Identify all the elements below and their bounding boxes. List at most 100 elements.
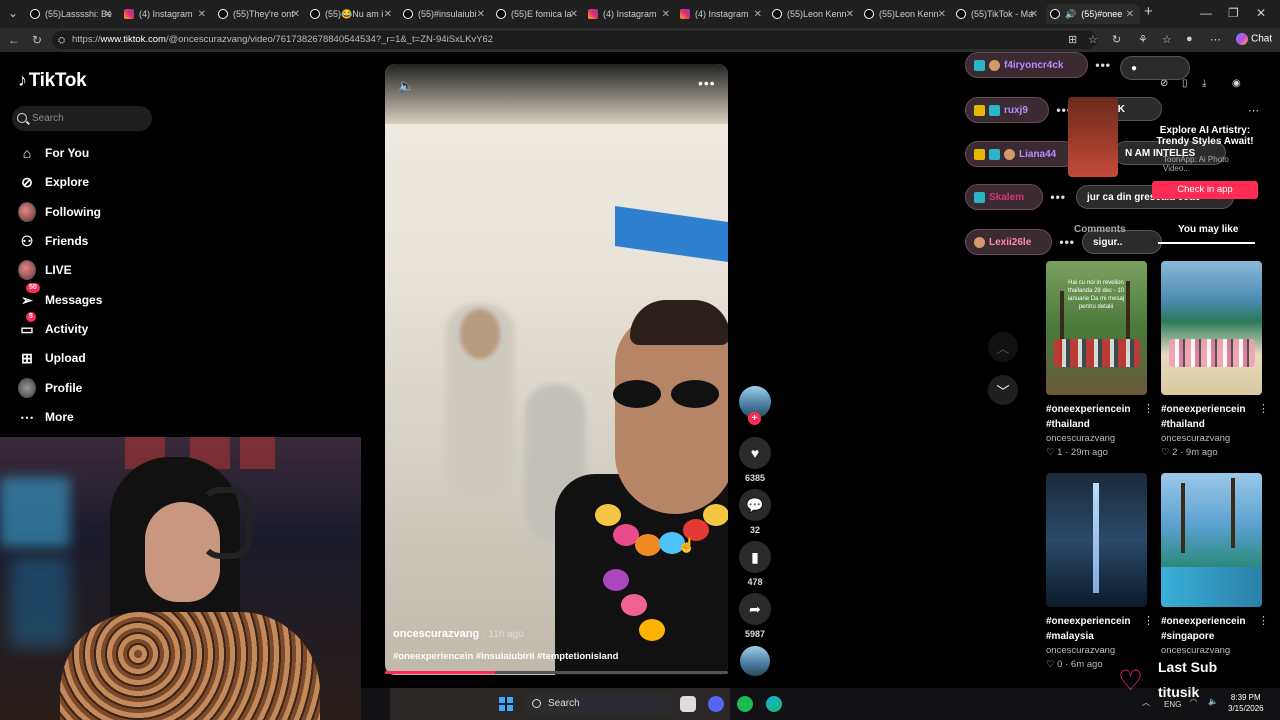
phone-icon[interactable]: ▯ xyxy=(1182,78,1188,89)
video-thumbnail[interactable] xyxy=(1046,473,1147,607)
back-icon[interactable]: ← xyxy=(8,33,20,47)
copilot-chat-button[interactable]: Chat xyxy=(1236,33,1272,45)
close-icon[interactable]: ✕ xyxy=(1126,9,1134,20)
close-icon[interactable]: ✕ xyxy=(198,9,206,20)
close-icon[interactable]: ✕ xyxy=(938,9,946,20)
video-more-icon[interactable]: ••• xyxy=(698,75,716,91)
browser-tab[interactable]: (55)They're ont ✕ xyxy=(218,4,306,24)
video-thumbnail[interactable] xyxy=(1161,473,1262,607)
new-tab-plus-icon[interactable]: + xyxy=(1144,3,1153,20)
sidebar-item-following[interactable]: Following xyxy=(18,202,101,222)
volume-icon[interactable]: 🔈 xyxy=(398,78,414,94)
windows-start-icon[interactable] xyxy=(499,697,513,711)
browser-tab[interactable]: (55)E fomica la ✕ xyxy=(496,4,584,24)
compass-icon[interactable]: ⊘ xyxy=(1160,78,1168,89)
sidebar-item-friends[interactable]: ⚇ Friends xyxy=(18,231,89,251)
browser-tab[interactable]: (55)#insulaiubi ✕ xyxy=(403,4,491,24)
browser-tab[interactable]: (55)TikTok - Ma ✕ xyxy=(956,4,1044,24)
close-icon[interactable]: ✕ xyxy=(477,9,485,20)
card-author[interactable]: oncescurazvang xyxy=(1161,645,1263,656)
sidebar-item-live[interactable]: LIVE xyxy=(18,260,72,280)
like-button[interactable]: ♥ 6385 xyxy=(739,437,771,483)
previous-video-button[interactable]: ︿ xyxy=(988,332,1018,362)
follow-plus-icon[interactable]: + xyxy=(748,412,761,425)
taskbar-clock[interactable]: 8:39 PM 3/15/2026 xyxy=(1228,692,1264,714)
browser-tab[interactable]: (4) Instagram ✕ xyxy=(124,4,212,24)
ad-card[interactable]: Explore AI Artistry: Trendy Styles Await… xyxy=(1068,97,1258,207)
avatar[interactable]: ◉ xyxy=(1232,78,1241,89)
profile-avatar[interactable]: ● xyxy=(1186,33,1193,45)
window-close-icon[interactable]: ✕ xyxy=(1256,6,1266,20)
browser-tab[interactable]: (55)Leon Kenn ✕ xyxy=(772,4,860,24)
close-icon[interactable]: ✕ xyxy=(570,9,578,20)
refresh-page-icon[interactable]: ↻ xyxy=(1112,33,1121,46)
extensions-icon[interactable]: ⚘ xyxy=(1138,33,1148,46)
url-field[interactable]: ⛭ https://www.tiktok.com/@oncescurazvang… xyxy=(52,31,1097,49)
search-input[interactable]: Search xyxy=(12,106,152,131)
download-icon[interactable]: ⤓ xyxy=(1202,78,1206,89)
tab-comments[interactable]: Comments xyxy=(1074,224,1126,235)
favorite-star-icon[interactable]: ☆ xyxy=(1088,33,1098,46)
browser-tab[interactable]: (4) Instagram ✕ xyxy=(588,4,676,24)
sidebar-item-profile[interactable]: Profile xyxy=(18,378,82,398)
card-author[interactable]: oncescurazvang xyxy=(1161,433,1263,444)
minimize-icon[interactable]: — xyxy=(1200,6,1212,20)
video-player[interactable] xyxy=(385,64,728,675)
browser-tab-active[interactable]: 🔊 (55)#onee ✕ xyxy=(1046,4,1140,24)
music-avatar[interactable] xyxy=(740,646,770,676)
card-more-icon[interactable]: ⋮ xyxy=(1143,614,1154,627)
card-author[interactable]: oncescurazvang xyxy=(1046,645,1148,656)
browser-tab[interactable]: (55)Leon Kenn ✕ xyxy=(864,4,952,24)
ad-more-icon[interactable]: ⋯ xyxy=(1248,104,1259,117)
recommended-video-card[interactable]: Hai cu noi in revelion thailanda 28 dec … xyxy=(1046,261,1154,458)
browser-tab[interactable]: (55)😂Nu am i ✕ xyxy=(310,4,398,24)
edge-icon[interactable] xyxy=(766,696,782,712)
close-icon[interactable]: ✕ xyxy=(846,9,854,20)
share-button[interactable]: ➦ 5987 xyxy=(739,593,771,639)
close-icon[interactable]: ✕ xyxy=(662,9,670,20)
sidebar-item-explore[interactable]: ⊘ Explore xyxy=(18,172,89,192)
restore-icon[interactable]: ❐ xyxy=(1228,6,1239,20)
close-icon[interactable]: ✕ xyxy=(104,9,112,20)
app-icon[interactable]: ⊞ xyxy=(1068,33,1077,46)
browser-tab[interactable]: (55)Lasssshi: Be ✕ xyxy=(30,4,118,24)
discord-icon[interactable] xyxy=(708,696,724,712)
spotify-icon[interactable] xyxy=(737,696,753,712)
video-author[interactable]: oncescurazvang · 11h ago xyxy=(393,628,524,640)
taskbar-search[interactable]: Search xyxy=(524,693,674,715)
close-icon[interactable]: ✕ xyxy=(754,9,762,20)
check-in-app-button[interactable]: Check in app xyxy=(1152,181,1258,199)
video-thumbnail[interactable]: Hai cu noi in revelion thailanda 28 dec … xyxy=(1046,261,1147,395)
refresh-icon[interactable]: ↻ xyxy=(32,33,42,47)
next-video-button[interactable]: ﹀ xyxy=(988,375,1018,405)
card-more-icon[interactable]: ⋮ xyxy=(1143,402,1154,415)
site-info-icon[interactable]: ⛭ xyxy=(58,31,65,49)
video-thumbnail[interactable] xyxy=(1161,261,1262,395)
tab-list-chevron-icon[interactable]: ⌄ xyxy=(8,6,18,20)
tiktok-logo[interactable]: ♪ TikTok xyxy=(18,70,87,92)
sidebar-item-more[interactable]: ⋯ More xyxy=(18,407,74,427)
close-icon[interactable]: ✕ xyxy=(292,9,300,20)
sidebar-item-upload[interactable]: ⊞ Upload xyxy=(18,348,86,368)
video-hashtags[interactable]: #oneexperiencein #insulaiubirii #temptet… xyxy=(393,651,618,662)
speaker-icon[interactable]: 🔊 xyxy=(1065,9,1076,20)
recommended-video-card[interactable]: #oneexperiencein #malaysia oncescurazvang… xyxy=(1046,473,1154,670)
tray-chevron-icon[interactable]: ︿ xyxy=(1142,697,1150,708)
sidebar-item-for-you[interactable]: ⌂ For You xyxy=(18,143,89,163)
tab-you-may-like[interactable]: You may like xyxy=(1178,224,1238,235)
card-more-icon[interactable]: ⋮ xyxy=(1258,402,1269,415)
recommended-video-card[interactable]: #oneexperiencein #thailand oncescurazvang… xyxy=(1161,261,1269,458)
browser-tab[interactable]: (4) Instagram ✕ xyxy=(680,4,768,24)
sidebar-item-activity[interactable]: ▭ 5 Activity xyxy=(18,312,88,339)
favorites-icon[interactable]: ☆ xyxy=(1162,33,1172,46)
close-icon[interactable]: ✕ xyxy=(1030,9,1038,20)
card-author[interactable]: oncescurazvang xyxy=(1046,433,1148,444)
card-more-icon[interactable]: ⋮ xyxy=(1258,614,1269,627)
file-explorer-icon[interactable] xyxy=(680,696,696,712)
sidebar-item-messages[interactable]: ➢ 50 Messages xyxy=(18,283,102,310)
comment-button[interactable]: 💬 32 xyxy=(739,489,771,535)
recommended-video-card[interactable]: #oneexperiencein #singapore oncescurazvan… xyxy=(1161,473,1269,656)
video-progress-bar[interactable] xyxy=(385,671,728,674)
more-icon[interactable]: ⋯ xyxy=(1210,33,1221,46)
close-icon[interactable]: ✕ xyxy=(384,9,392,20)
